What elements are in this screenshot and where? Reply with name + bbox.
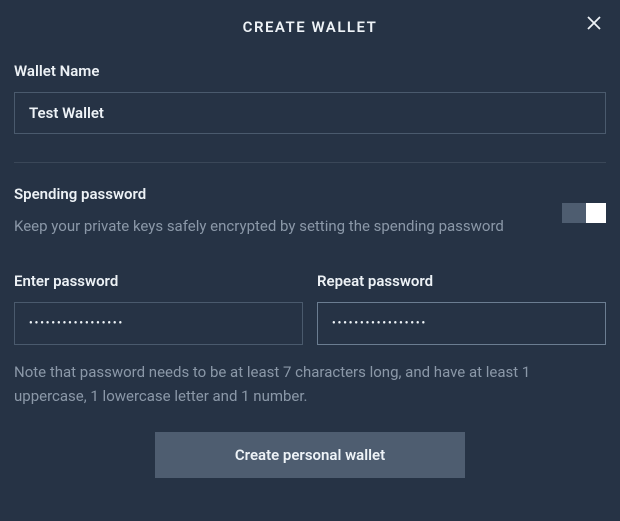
password-fields-row: Enter password Repeat password [14,272,606,345]
create-wallet-modal: CREATE WALLET Wallet Name Spending passw… [0,0,620,478]
repeat-password-label: Repeat password [317,272,606,290]
close-button[interactable] [584,16,604,36]
modal-title: CREATE WALLET [14,18,606,36]
spending-password-hint: Keep your private keys safely encrypted … [14,215,538,238]
password-note: Note that password needs to be at least … [14,361,606,408]
wallet-name-section: Wallet Name [14,62,606,134]
repeat-password-col: Repeat password [317,272,606,345]
toggle-knob [586,203,606,223]
divider [14,162,606,163]
spending-password-label: Spending password [14,185,538,203]
close-icon [587,16,601,30]
enter-password-col: Enter password [14,272,303,345]
submit-row: Create personal wallet [14,432,606,478]
create-wallet-button[interactable]: Create personal wallet [155,432,465,478]
modal-header: CREATE WALLET [14,0,606,50]
repeat-password-input[interactable] [317,302,606,345]
spending-password-toggle[interactable] [562,203,606,223]
wallet-name-input[interactable] [14,92,606,134]
spending-password-section: Spending password Keep your private keys… [14,185,606,238]
spending-text-block: Spending password Keep your private keys… [14,185,538,238]
enter-password-input[interactable] [14,302,303,345]
wallet-name-label: Wallet Name [14,62,606,80]
enter-password-label: Enter password [14,272,303,290]
